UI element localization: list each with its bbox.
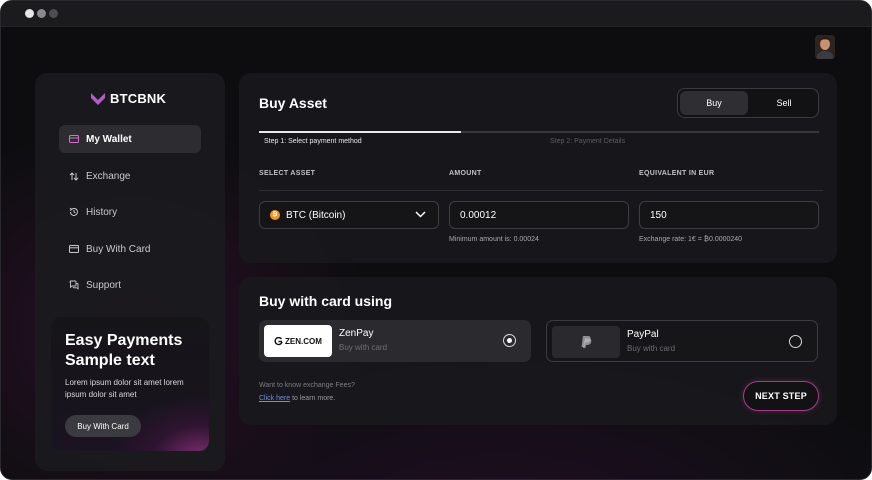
sidebar-item-exchange[interactable]: Exchange	[59, 162, 201, 190]
bitcoin-icon: ₿	[270, 210, 280, 220]
asset-select-value: BTC (Bitcoin)	[286, 209, 346, 221]
step-progress-fill	[259, 131, 461, 133]
buy-toggle-button[interactable]: Buy	[680, 91, 748, 115]
next-step-button[interactable]: NEXT STEP	[743, 381, 819, 411]
divider	[259, 190, 823, 191]
payment-method-name: ZenPay	[339, 328, 374, 339]
history-icon	[69, 207, 79, 217]
brand-name: BTCBNK	[110, 91, 167, 106]
step-2-label: Step 2: Payment Details	[550, 138, 626, 145]
page-title: Buy Asset	[259, 95, 327, 111]
buy-sell-toggle: Buy Sell	[677, 88, 819, 118]
sidebar-item-support[interactable]: Support	[59, 271, 201, 299]
paypal-logo-icon	[552, 326, 620, 358]
brand-logo[interactable]: BTCBNK	[91, 91, 166, 106]
fees-question: Want to know exchange Fees?	[259, 382, 355, 389]
payment-method-subtitle: Buy with card	[339, 343, 388, 352]
step-1-label: Step 1: Select payment method	[264, 138, 362, 145]
fees-suffix: to learn more.	[290, 395, 336, 402]
buy-with-card-section: Buy with card using ZEN.COM ZenPay Buy w…	[239, 277, 837, 425]
zenpay-radio[interactable]	[503, 334, 516, 347]
title-bar	[1, 1, 871, 27]
sidebar-item-my-wallet[interactable]: My Wallet	[59, 125, 201, 153]
step-progress-bar	[259, 131, 819, 133]
section-title: Buy with card using	[259, 293, 393, 309]
promo-title: Easy Payments Sample text	[65, 332, 183, 369]
eur-input-value: 150	[650, 209, 667, 221]
wallet-icon	[69, 134, 79, 144]
promo-buy-with-card-button[interactable]: Buy With Card	[65, 415, 141, 437]
equivalent-eur-label: EQUIVALENT IN EUR	[639, 170, 715, 177]
payment-method-name: PayPal	[627, 329, 659, 340]
window-maximize-dot[interactable]	[49, 9, 58, 18]
promo-card: Easy Payments Sample text Lorem ipsum do…	[51, 317, 209, 451]
window-close-dot[interactable]	[25, 9, 34, 18]
chat-icon	[69, 280, 79, 290]
eur-equivalent-input[interactable]: 150	[639, 201, 819, 229]
exchange-rate-hint: Exchange rate: 1€ = ₿0.0000240	[639, 236, 743, 243]
amount-input[interactable]: 0.00012	[449, 201, 629, 229]
sidebar-item-label: Support	[86, 279, 122, 291]
paypal-radio[interactable]	[789, 335, 802, 348]
payment-method-subtitle: Buy with card	[627, 344, 676, 353]
fees-click-here-link[interactable]: Click here	[259, 395, 290, 402]
amount-input-value: 0.00012	[460, 209, 497, 221]
asset-select[interactable]: ₿ BTC (Bitcoin)	[259, 201, 439, 229]
window-minimize-dot[interactable]	[37, 9, 46, 18]
card-icon	[69, 244, 79, 254]
promo-text: Lorem ipsum dolor sit amet lorem ipsum d…	[65, 378, 184, 399]
zen-logo: ZEN.COM	[264, 325, 332, 357]
sidebar: BTCBNK My Wallet Exchange History Buy Wi…	[35, 73, 225, 471]
select-asset-label: SELECT ASSET	[259, 170, 316, 177]
sidebar-item-label: My Wallet	[86, 133, 132, 145]
chevron-down-icon	[415, 210, 426, 221]
sidebar-item-label: Exchange	[86, 170, 131, 182]
fees-info: Click here to learn more.	[259, 395, 335, 402]
amount-label: AMOUNT	[449, 170, 482, 177]
sidebar-item-buy-with-card[interactable]: Buy With Card	[59, 235, 201, 263]
buy-asset-card: Buy Asset Buy Sell Step 1: Select paymen…	[239, 73, 837, 263]
sidebar-item-history[interactable]: History	[59, 198, 201, 226]
zen-logo-text: ZEN.COM	[285, 336, 322, 346]
sell-toggle-button[interactable]: Sell	[750, 91, 818, 115]
exchange-arrows-icon	[69, 171, 79, 181]
app-window: BTCBNK My Wallet Exchange History Buy Wi…	[0, 0, 872, 480]
payment-method-paypal[interactable]: PayPal Buy with card	[546, 320, 818, 362]
payment-method-zenpay[interactable]: ZEN.COM ZenPay Buy with card	[259, 320, 531, 362]
sidebar-item-label: History	[86, 206, 118, 218]
logo-icon	[91, 92, 105, 105]
minimum-amount-hint: Minimum amount is: 0.00024	[449, 236, 539, 243]
sidebar-item-label: Buy With Card	[86, 243, 151, 255]
user-avatar[interactable]	[815, 35, 835, 59]
